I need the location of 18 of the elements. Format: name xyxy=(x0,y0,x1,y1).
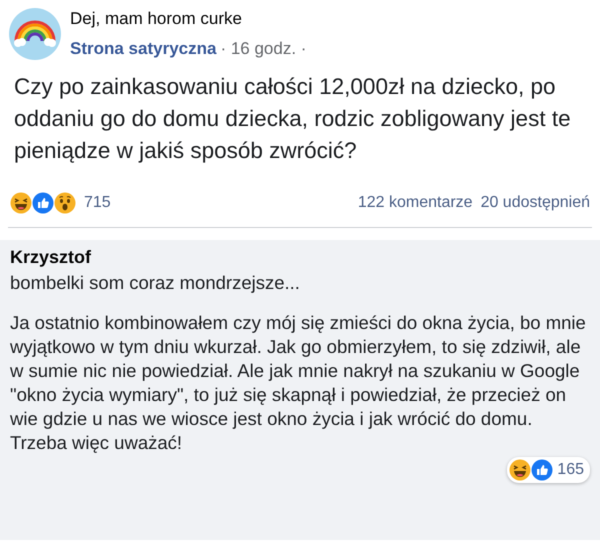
reaction-count[interactable]: 715 xyxy=(84,191,111,215)
post-time[interactable]: · 16 godz. · xyxy=(220,36,306,61)
comment-text: Ja ostatnio kombinowałem czy mój się zmieści do okna życia, bo mnie wyjątkowo w tym dniu wkurzał. Jak go obmierzyłem, to się zdziwił, ale w sumie nic nie powiedział. Ale jak mnie nakrył na szukaniu w Google "okno życia wymiary", to już się skapnął i powiedział, że przecież on wie gdzie u nas we wiosce jest okno życia i jak wrócić do domu. Trzeba więc uważać! xyxy=(10,311,587,455)
like-reaction-icon xyxy=(531,459,554,481)
comment-text: bombelki som coraz mondrzejsze... xyxy=(10,271,301,295)
comment-count[interactable]: 122 komentarze xyxy=(358,191,473,215)
wow-reaction-icon xyxy=(54,192,76,214)
laugh-reaction-icon xyxy=(509,459,532,481)
share-count[interactable]: 20 udostępnień xyxy=(480,191,590,215)
comment-author[interactable]: Krzysztof xyxy=(10,244,590,271)
reaction-icons[interactable] xyxy=(10,192,76,214)
author-name[interactable]: Dej, mam horom curke xyxy=(70,6,306,32)
like-reaction-icon xyxy=(32,192,54,214)
post-text: Czy po zainkasowaniu całości 12,000zł na dziecko, po oddaniu go do domu dziecka, rodzic zobligowany jest te pieniądze w jakiś sposób zwrócić? xyxy=(13,73,572,165)
laugh-reaction-icon xyxy=(10,192,32,214)
rainbow-avatar-icon[interactable] xyxy=(8,6,62,60)
page-name[interactable]: Strona satyryczna xyxy=(70,36,216,61)
comment-reactions[interactable]: 165 xyxy=(507,457,590,483)
